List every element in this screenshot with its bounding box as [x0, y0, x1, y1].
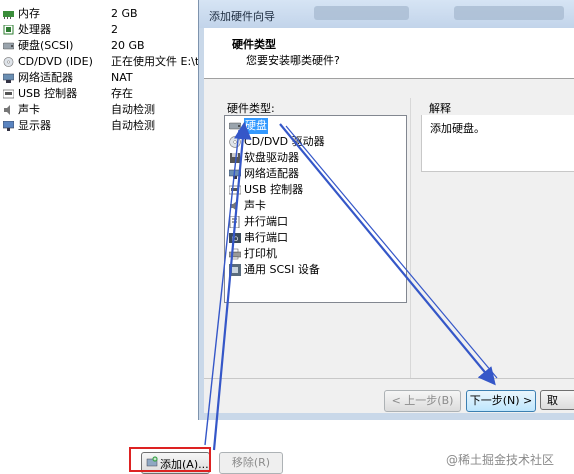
- watermark: @稀土掘金技术社区: [446, 453, 555, 467]
- blurred-region: [454, 6, 564, 20]
- device-name: CD/DVD (IDE): [18, 55, 93, 68]
- device-value: 自动检测: [111, 119, 155, 132]
- blurred-region: [314, 6, 409, 20]
- device-row-network[interactable]: 网络适配器 NAT: [0, 70, 210, 86]
- device-name: 声卡: [18, 103, 40, 116]
- cancel-button[interactable]: 取: [540, 390, 574, 410]
- divider: [410, 98, 411, 378]
- device-name: 处理器: [18, 23, 51, 36]
- wizard-client-area: 硬件类型 您要安装哪类硬件? 硬件类型: 解释 硬盘 CD/DVD 驱动器 软盘…: [204, 28, 574, 413]
- description-text: 添加硬盘。: [430, 122, 485, 135]
- floppy-icon: [230, 153, 240, 163]
- list-item-label: 硬盘: [244, 118, 268, 134]
- list-item-label: 并行端口: [244, 215, 288, 228]
- wizard-header: 硬件类型 您要安装哪类硬件?: [204, 28, 574, 79]
- list-item-label: 声卡: [244, 199, 266, 212]
- cd-dvd-icon: [3, 57, 14, 67]
- title-bar[interactable]: 添加硬件向导: [199, 0, 574, 28]
- hardware-types-label: 硬件类型:: [227, 102, 275, 115]
- list-item-label: 网络适配器: [244, 167, 299, 180]
- parallel-port-icon: [229, 216, 240, 228]
- device-name: USB 控制器: [18, 87, 78, 100]
- cpu-icon: [3, 25, 14, 35]
- device-value: 20 GB: [111, 39, 145, 52]
- description-panel: 添加硬盘。: [421, 115, 574, 172]
- cd-dvd-icon: [229, 136, 241, 148]
- network-icon: [3, 73, 14, 83]
- device-row-cd-dvd[interactable]: CD/DVD (IDE) 正在使用文件 E:\toc: [0, 54, 212, 70]
- device-value: 正在使用文件 E:\toc: [111, 55, 212, 68]
- device-value: 存在: [111, 87, 133, 100]
- highlight-annotation: [129, 447, 211, 472]
- device-row-memory[interactable]: 内存 2 GB: [0, 6, 210, 22]
- device-row-sound[interactable]: 声卡 自动检测: [0, 102, 210, 118]
- list-item-label: USB 控制器: [244, 183, 304, 196]
- device-name: 网络适配器: [18, 71, 73, 84]
- printer-icon: [229, 248, 241, 260]
- device-value: 2 GB: [111, 7, 138, 20]
- list-item-label: 软盘驱动器: [244, 151, 299, 164]
- device-row-harddisk[interactable]: 硬盘(SCSI) 20 GB: [0, 38, 210, 54]
- device-name: 显示器: [18, 119, 51, 132]
- device-value: 自动检测: [111, 103, 155, 116]
- device-name: 内存: [18, 7, 40, 20]
- list-item-label: 打印机: [244, 247, 277, 260]
- header-title: 硬件类型: [232, 38, 276, 51]
- hardware-type-list[interactable]: 硬盘 CD/DVD 驱动器 软盘驱动器 网络适配器 USB 控制器 声卡 并行端…: [224, 115, 407, 303]
- header-subtitle: 您要安装哪类硬件?: [246, 54, 340, 67]
- remove-hardware-button[interactable]: 移除(R): [219, 452, 283, 474]
- list-item-label: 通用 SCSI 设备: [244, 263, 320, 276]
- add-hardware-wizard-dialog: 添加硬件向导 硬件类型 您要安装哪类硬件? 硬件类型: 解释 硬盘 CD/DVD…: [198, 0, 574, 420]
- sound-icon: [4, 105, 10, 115]
- divider: [204, 378, 574, 379]
- usb-icon: [229, 185, 241, 195]
- list-item-label: CD/DVD 驱动器: [244, 135, 325, 148]
- serial-port-icon: IO: [229, 233, 241, 243]
- network-icon: [229, 169, 241, 179]
- device-row-display[interactable]: 显示器 自动检测: [0, 118, 210, 134]
- device-value: 2: [111, 23, 118, 36]
- svg-text:IO: IO: [232, 236, 239, 243]
- window-title: 添加硬件向导: [209, 10, 275, 23]
- back-button[interactable]: < 上一步(B): [384, 390, 461, 412]
- harddisk-icon: [229, 122, 241, 130]
- device-row-cpu[interactable]: 处理器 2: [0, 22, 210, 38]
- next-button[interactable]: 下一步(N) >: [466, 390, 536, 412]
- sound-icon: [230, 201, 237, 211]
- list-item-label: 串行端口: [244, 231, 288, 244]
- usb-icon: [3, 89, 14, 99]
- device-name: 硬盘(SCSI): [18, 39, 74, 52]
- device-value: NAT: [111, 71, 133, 84]
- device-row-usb[interactable]: USB 控制器 存在: [0, 86, 210, 102]
- memory-icon: [3, 11, 14, 19]
- harddisk-icon: [3, 42, 14, 50]
- scsi-device-icon: [229, 264, 241, 276]
- display-icon: [3, 121, 14, 131]
- description-label: 解释: [429, 102, 451, 115]
